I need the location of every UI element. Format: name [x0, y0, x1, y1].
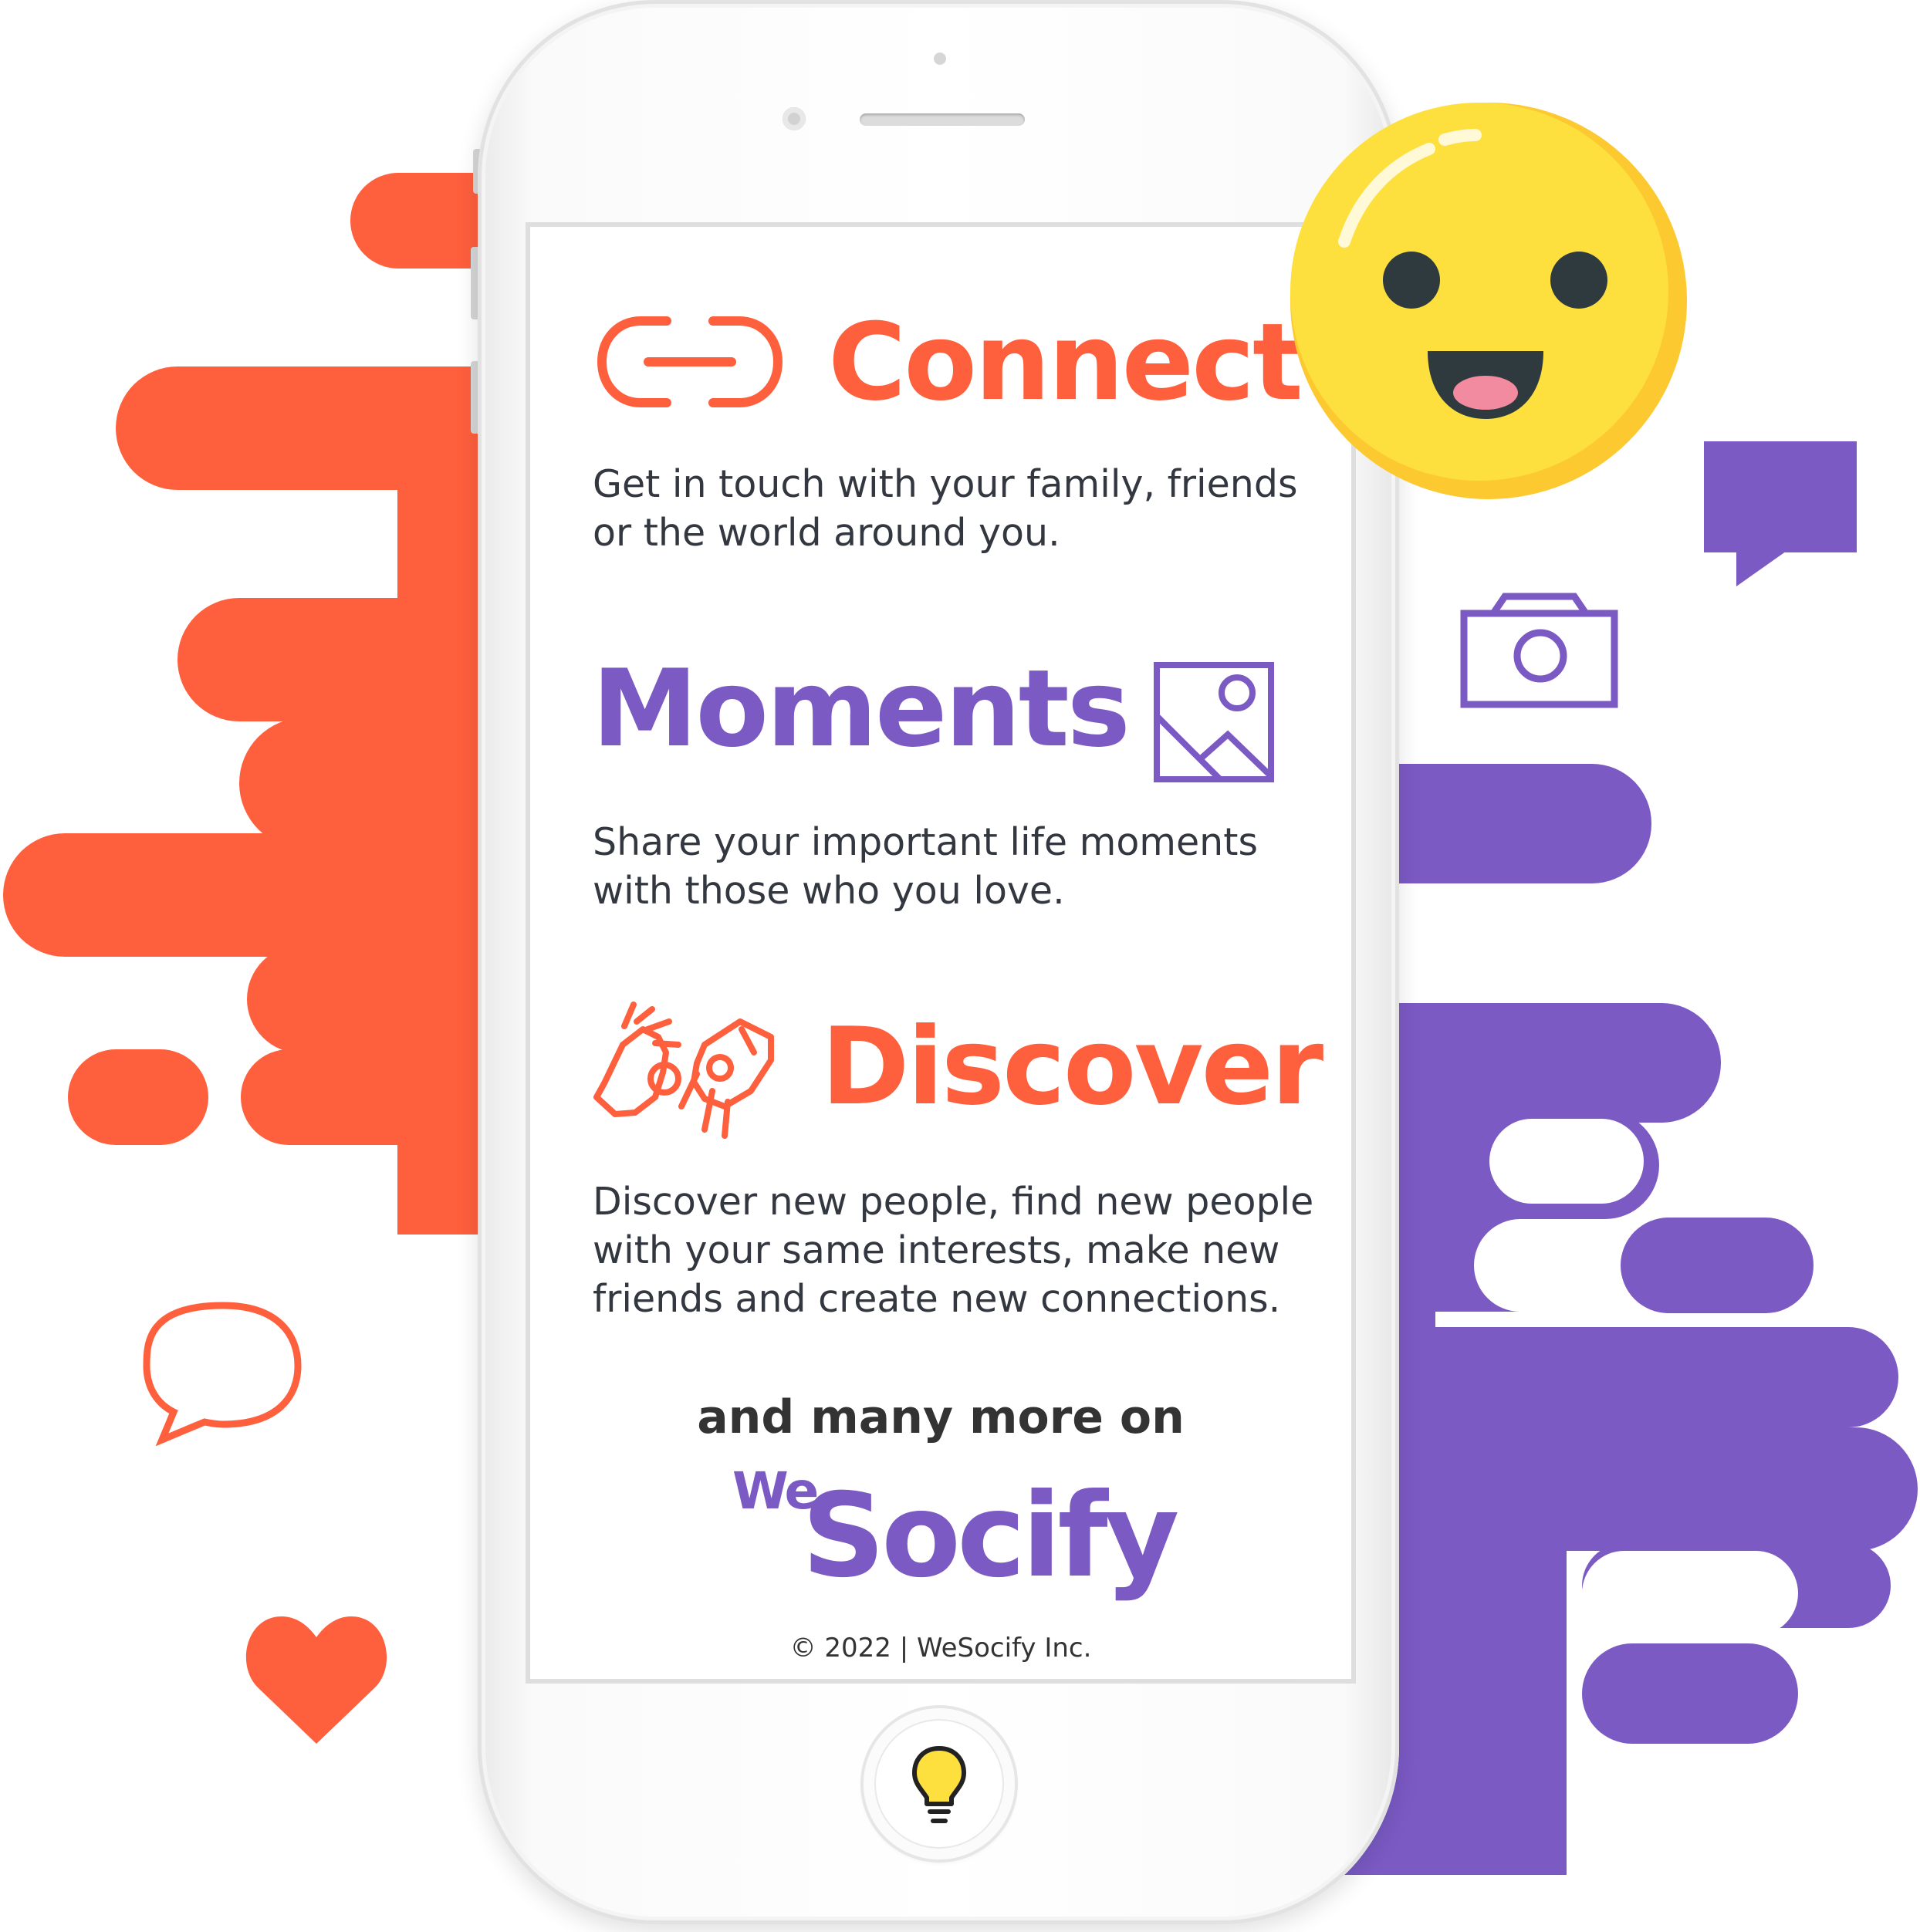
discover-description: Discover new people, find new people wit… — [593, 1177, 1313, 1323]
lightbulb-icon — [912, 1746, 966, 1823]
phone-mockup: Connect Get in touch with your family, f… — [478, 0, 1399, 1924]
link-icon — [597, 316, 783, 407]
moments-title: Moments — [592, 647, 1131, 771]
copyright-text: © 2022 | WeSocify Inc. — [789, 1633, 1092, 1663]
closing-tagline: and many more on — [697, 1390, 1185, 1444]
connect-description-line: Get in touch with your family, friends — [593, 462, 1298, 506]
wesocify-logo[interactable]: We Socify — [732, 1461, 1179, 1616]
discover-description-line: Discover new people, find new people — [593, 1180, 1314, 1224]
moments-description-line: Share your important life moments — [593, 820, 1258, 864]
discover-description-line: with your same interests, make new — [593, 1228, 1280, 1272]
connect-description: Get in touch with your family, friends o… — [593, 460, 1298, 557]
connect-title: Connect — [828, 300, 1303, 424]
discover-title: Discover — [821, 1005, 1323, 1129]
chat-bubble-icon — [143, 1302, 302, 1447]
moments-description: Share your important life moments with t… — [593, 818, 1258, 915]
home-button[interactable] — [864, 1708, 1015, 1859]
discover-description-line: friends and create new connections. — [593, 1277, 1281, 1321]
smiling-face-icon — [1290, 103, 1687, 499]
camera-icon — [1460, 593, 1618, 708]
purple-splash-shape — [1312, 764, 1918, 1875]
heart-icon — [245, 1616, 387, 1744]
phone-front-camera — [783, 107, 806, 130]
wesocify-logo-socify: Socify — [802, 1469, 1179, 1603]
moments-description-line: with those who you love. — [593, 869, 1065, 913]
phone-sensor — [934, 52, 946, 65]
connect-description-line: or the world around you. — [593, 511, 1060, 555]
sign-language-icon — [593, 1001, 774, 1139]
phone-speaker — [860, 113, 1025, 126]
image-icon — [1154, 662, 1274, 782]
speech-bubble-icon — [1704, 441, 1857, 586]
phone-screen: Connect Get in touch with your family, f… — [530, 227, 1351, 1679]
